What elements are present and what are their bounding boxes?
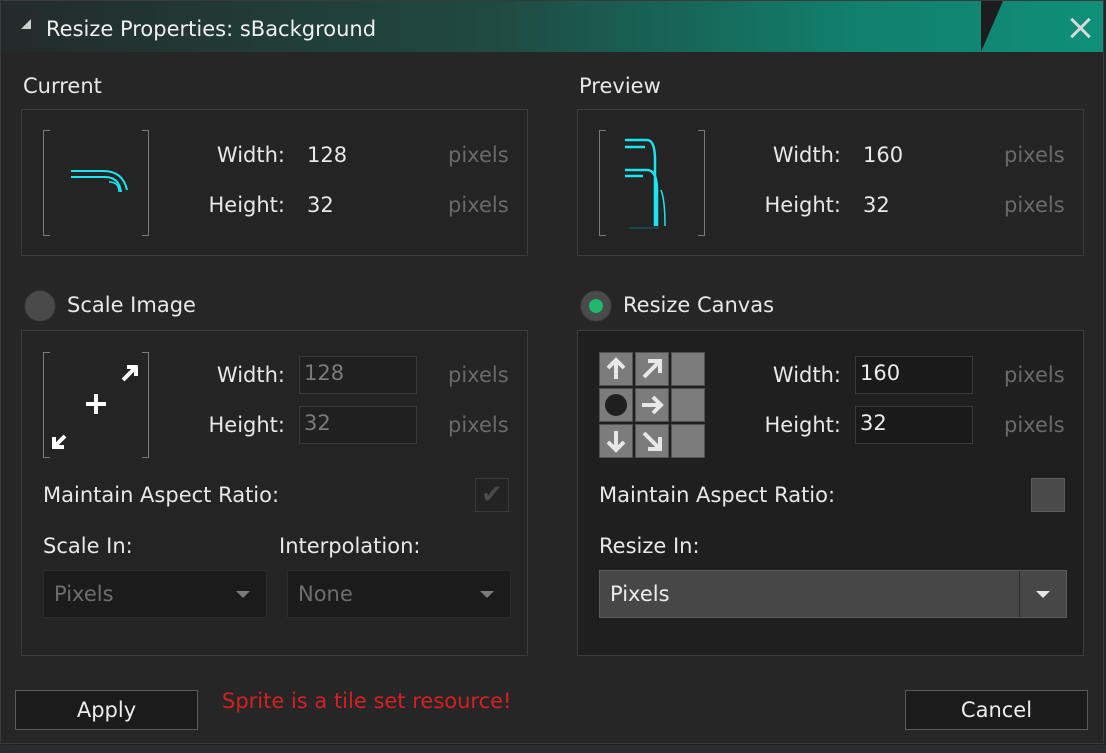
- anchor-top-center[interactable]: [635, 352, 669, 386]
- scale-in-dropdown[interactable]: Pixels: [43, 570, 267, 618]
- arrow-down-icon: [606, 431, 626, 453]
- preview-height-unit: pixels: [1004, 193, 1065, 217]
- interpolation-dropdown[interactable]: None: [287, 570, 511, 618]
- current-width-unit: pixels: [448, 143, 509, 167]
- chevron-down-icon: [480, 591, 494, 598]
- anchor-bottom-center[interactable]: [635, 424, 669, 458]
- anchor-center[interactable]: [635, 388, 669, 422]
- chevron-down-icon: [1036, 591, 1050, 598]
- canvas-aspect-checkbox[interactable]: [1031, 478, 1065, 512]
- current-panel: [21, 109, 528, 256]
- scale-height-input[interactable]: 32: [299, 406, 417, 444]
- scale-image-label[interactable]: Scale Image: [67, 293, 196, 317]
- preview-panel: [577, 109, 1084, 256]
- resize-in-dropdown[interactable]: Pixels: [599, 570, 1067, 618]
- arrow-up-right-icon: [642, 359, 662, 379]
- anchor-grid: [599, 352, 705, 458]
- anchor-dot-icon: [605, 394, 627, 416]
- scale-image-radio[interactable]: [24, 290, 56, 322]
- preview-thumbnail: [599, 130, 705, 236]
- resize-canvas-radio[interactable]: [580, 290, 612, 322]
- anchor-top-left[interactable]: [599, 352, 633, 386]
- interpolation-label: Interpolation:: [279, 534, 421, 558]
- title-bar[interactable]: Resize Properties: sBackground: [1, 1, 1103, 52]
- resize-in-label: Resize In:: [599, 534, 700, 558]
- preview-sprite-icon: [625, 138, 666, 229]
- anchor-bottom-left[interactable]: [599, 424, 633, 458]
- scale-aspect-checkbox[interactable]: [475, 478, 509, 512]
- preview-heading: Preview: [579, 74, 661, 98]
- arrow-up-icon: [606, 357, 626, 379]
- background-strip: [0, 745, 1106, 753]
- current-height-value: 32: [307, 193, 334, 217]
- scale-height-unit: pixels: [448, 413, 509, 437]
- current-heading: Current: [23, 74, 102, 98]
- scale-width-input[interactable]: 128: [299, 356, 417, 394]
- arrow-down-right-icon: [642, 431, 662, 451]
- current-height-label: Height:: [208, 193, 286, 217]
- preview-height-label: Height:: [764, 193, 842, 217]
- dropdown-separator: [1019, 571, 1020, 617]
- current-width-value: 128: [307, 143, 348, 167]
- scale-move-icon: [52, 365, 138, 449]
- canvas-width-unit: pixels: [1004, 363, 1065, 387]
- scale-in-value: Pixels: [54, 582, 114, 606]
- anchor-middle-left[interactable]: [599, 388, 633, 422]
- resize-in-value: Pixels: [610, 582, 670, 606]
- preview-width-value: 160: [863, 143, 904, 167]
- chevron-down-icon: [236, 591, 250, 598]
- resize-properties-window: Resize Properties: sBackground Current W…: [0, 0, 1104, 744]
- canvas-height-unit: pixels: [1004, 413, 1065, 437]
- canvas-height-label: Height:: [764, 413, 842, 437]
- scale-height-label: Height:: [208, 413, 286, 437]
- current-sprite-icon: [71, 170, 128, 193]
- window-title: Resize Properties: sBackground: [46, 17, 377, 41]
- preview-height-value: 32: [863, 193, 890, 217]
- error-message: Sprite is a tile set resource!: [222, 689, 512, 713]
- current-thumbnail: [43, 130, 149, 236]
- close-icon[interactable]: [1065, 13, 1095, 43]
- canvas-aspect-label: Maintain Aspect Ratio:: [599, 483, 836, 507]
- cancel-button[interactable]: Cancel: [905, 690, 1088, 730]
- scale-aspect-label: Maintain Aspect Ratio:: [43, 483, 280, 507]
- current-height-unit: pixels: [448, 193, 509, 217]
- resize-canvas-label[interactable]: Resize Canvas: [623, 293, 774, 317]
- anchor-top-right[interactable]: [671, 352, 705, 386]
- scale-width-unit: pixels: [448, 363, 509, 387]
- arrow-right-icon: [642, 395, 664, 415]
- canvas-width-label: Width:: [772, 363, 841, 387]
- scale-in-label: Scale In:: [43, 534, 133, 558]
- interpolation-value: None: [298, 582, 353, 606]
- scale-width-label: Width:: [216, 363, 285, 387]
- current-width-label: Width:: [216, 143, 285, 167]
- preview-width-unit: pixels: [1004, 143, 1065, 167]
- scale-preview-frame: [43, 352, 149, 458]
- canvas-height-input[interactable]: 32: [855, 406, 973, 444]
- window-grip-icon: [21, 19, 31, 29]
- preview-width-label: Width:: [772, 143, 841, 167]
- anchor-middle-right[interactable]: [671, 388, 705, 422]
- anchor-bottom-right[interactable]: [671, 424, 705, 458]
- apply-button[interactable]: Apply: [15, 690, 198, 730]
- title-bar-notch: [981, 1, 1003, 52]
- canvas-width-input[interactable]: 160: [855, 356, 973, 394]
